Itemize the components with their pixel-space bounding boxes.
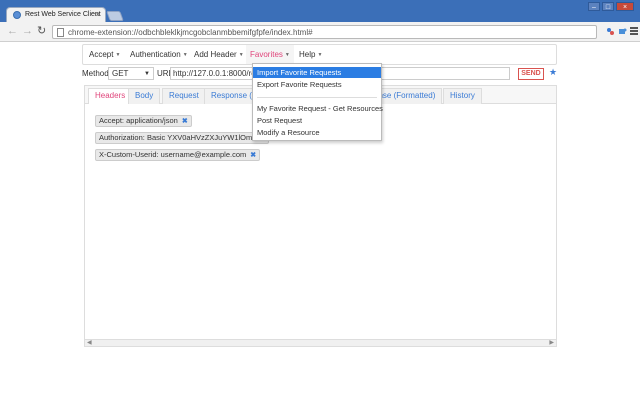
browser-titlebar: Rest Web Service Client × – □ × — [0, 0, 640, 22]
forward-button[interactable]: → — [22, 25, 33, 38]
nav-authentication[interactable]: Authentication ▼ — [130, 50, 188, 59]
chevron-down-icon: ▼ — [284, 52, 290, 58]
extension-favicon-icon — [13, 11, 21, 19]
chevron-down-icon: ▼ — [182, 52, 188, 58]
browser-toolbar: ← → ↻ chrome-extension://odbchbleklkjmcg… — [0, 22, 640, 42]
method-select[interactable]: GET ▼ — [108, 67, 154, 80]
menu-export-favorites[interactable]: Export Favorite Requests — [253, 79, 381, 90]
method-label: Method — [82, 69, 109, 78]
menu-favorite-post-request[interactable]: Post Request — [253, 115, 381, 126]
send-button[interactable]: SEND — [518, 68, 544, 80]
remove-header-icon[interactable]: ✖ — [250, 152, 256, 159]
header-chip: Accept: application/json ✖ — [95, 115, 192, 127]
new-tab-button[interactable] — [106, 11, 124, 21]
scroll-left-icon[interactable]: ◀ — [87, 339, 92, 346]
extension-rest-client-icon[interactable] — [606, 27, 615, 36]
tab-title: Rest Web Service Client — [25, 11, 101, 18]
header-chip: Authorization: Basic YXV0aHVzZXJuYW1lOmF… — [95, 132, 269, 144]
address-url: chrome-extension://odbchbleklkjmcgobclan… — [68, 28, 313, 37]
tab-headers[interactable]: Headers — [88, 88, 133, 105]
reload-button[interactable]: ↻ — [37, 25, 46, 38]
back-button[interactable]: ← — [7, 25, 18, 38]
favorites-dropdown: Import Favorite Requests Export Favorite… — [252, 63, 383, 141]
extension-puzzle-icon[interactable] — [618, 27, 627, 36]
tab-body[interactable]: Body — [128, 88, 161, 104]
remove-header-icon[interactable]: ✖ — [182, 118, 188, 125]
chevron-down-icon: ▼ — [144, 71, 150, 77]
nav-add-header[interactable]: Add Header ▼ — [194, 50, 244, 59]
tab-history[interactable]: History — [443, 88, 482, 104]
chevron-down-icon: ▼ — [238, 52, 244, 58]
tab-close-icon[interactable]: × — [95, 10, 100, 19]
chevron-down-icon: ▼ — [317, 52, 323, 58]
favorite-star-icon[interactable]: ★ — [549, 67, 557, 78]
browser-tab[interactable]: Rest Web Service Client × — [6, 7, 106, 22]
address-bar[interactable]: chrome-extension://odbchbleklkjmcgobclan… — [52, 25, 597, 39]
header-chip: X-Custom-Userid: username@example.com ✖ — [95, 149, 261, 161]
tab-request[interactable]: Request — [162, 88, 206, 104]
menu-favorite-get-resources[interactable]: My Favorite Request - Get Resources — [253, 103, 383, 114]
nav-accept[interactable]: Accept ▼ — [89, 50, 120, 59]
chrome-menu-icon[interactable] — [630, 27, 638, 36]
menu-favorite-modify-resource[interactable]: Modify a Resource — [253, 127, 381, 138]
maximize-button[interactable]: □ — [602, 2, 614, 11]
app-navbar: Accept ▼ Authentication ▼ Add Header ▼ Favo… — [82, 44, 557, 65]
menu-divider — [257, 97, 377, 98]
horizontal-scrollbar[interactable]: ◀ ▶ — [85, 339, 556, 346]
chevron-down-icon: ▼ — [115, 52, 121, 58]
window-controls: – □ × — [588, 2, 634, 11]
close-window-button[interactable]: × — [616, 2, 634, 11]
nav-help[interactable]: Help ▼ — [299, 50, 322, 59]
minimize-button[interactable]: – — [588, 2, 600, 11]
menu-import-favorites[interactable]: Import Favorite Requests — [253, 67, 381, 78]
nav-favorites[interactable]: Favorites ▼ — [246, 45, 294, 64]
page-icon — [57, 28, 64, 37]
scroll-right-icon[interactable]: ▶ — [549, 339, 554, 346]
